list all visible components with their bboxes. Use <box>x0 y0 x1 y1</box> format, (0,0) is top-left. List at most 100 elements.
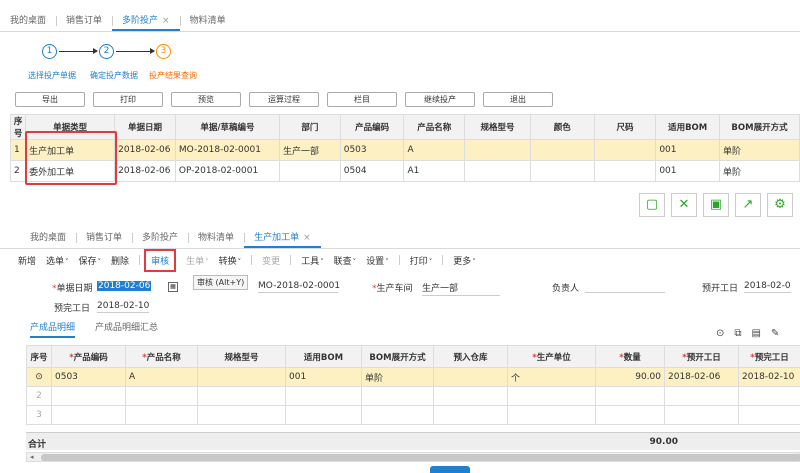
export-share-icon[interactable]: ↗ <box>735 193 761 217</box>
generate-button[interactable]: 生单˅ <box>186 254 209 267</box>
empty-cell[interactable] <box>125 386 198 406</box>
new-button[interactable]: 新增 <box>18 254 36 267</box>
product-code-cell[interactable]: 0503 <box>51 367 126 387</box>
empty-cell[interactable] <box>125 405 198 425</box>
warehouse-cell[interactable] <box>433 367 508 387</box>
spec-cell[interactable] <box>197 367 286 387</box>
table-row[interactable]: 1 生产加工单 2018-02-06 MO-2018-02-0001 生产一部 … <box>9 139 800 161</box>
more-button[interactable]: 更多˅ <box>453 254 476 267</box>
step-3-label[interactable]: 投产结果查询 <box>149 70 197 81</box>
empty-cell[interactable] <box>507 405 596 425</box>
row-edit-icon[interactable]: ⊙ <box>26 367 52 387</box>
column-header: 适用BOM <box>285 345 362 368</box>
empty-cell[interactable] <box>595 405 665 425</box>
change-button[interactable]: 变更 <box>262 254 280 267</box>
end-date-cell[interactable]: 2018-02-10 <box>738 367 800 387</box>
empty-cell[interactable] <box>197 405 286 425</box>
bom-expand-cell: 单阶 <box>719 139 800 161</box>
settings-button[interactable]: 设置˅ <box>366 254 389 267</box>
start-date-cell[interactable]: 2018-02-06 <box>664 367 739 387</box>
step-2-label[interactable]: 确定投产数据 <box>90 70 149 81</box>
print-menu-button[interactable]: 打印˅ <box>410 254 433 267</box>
bom-cell[interactable]: 001 <box>285 367 362 387</box>
empty-cell[interactable] <box>285 405 362 425</box>
calc-process-button[interactable]: 运算过程 <box>249 92 319 107</box>
location-icon[interactable]: ⊙ <box>716 328 724 339</box>
empty-cell[interactable] <box>285 386 362 406</box>
tools-button[interactable]: 工具˅ <box>301 254 324 267</box>
tab-sales-order[interactable]: 销售订单 <box>76 228 132 248</box>
tab-production-order[interactable]: 生产加工单 × <box>244 228 321 248</box>
tab-bom[interactable]: 物料清单 <box>188 228 244 248</box>
quantity-cell[interactable]: 90.00 <box>595 367 665 387</box>
close-icon[interactable]: × <box>162 16 170 26</box>
empty-cell[interactable] <box>433 405 508 425</box>
empty-cell[interactable] <box>197 386 286 406</box>
empty-cell[interactable] <box>51 386 126 406</box>
delete-button[interactable]: 删除 <box>111 254 129 267</box>
bom-cell: 001 <box>655 160 721 182</box>
form-row-2: 预完工日 2018-02-10 <box>0 301 800 317</box>
column-header: *产品编码 <box>51 345 126 368</box>
tab-product-detail[interactable]: 产成品明细 <box>30 320 76 338</box>
doc-number-input[interactable]: MO-2018-02-0001 <box>258 281 340 293</box>
export-button[interactable]: 导出 <box>15 92 85 107</box>
empty-cell[interactable] <box>664 386 739 406</box>
empty-cell[interactable] <box>507 386 596 406</box>
unit-cell[interactable]: 个 <box>507 367 596 387</box>
print-button[interactable]: 打印 <box>93 92 163 107</box>
empty-cell[interactable] <box>738 386 800 406</box>
tab-desktop[interactable]: 我的桌面 <box>0 11 56 31</box>
tab-multi-level-production[interactable]: 多阶投产 <box>132 228 188 248</box>
empty-cell[interactable] <box>595 386 665 406</box>
panel-toggle-handle[interactable] <box>430 466 470 473</box>
end-date-input[interactable]: 2018-02-10 <box>97 301 150 313</box>
step-1-label[interactable]: 选择投产单据 <box>28 70 90 81</box>
preview-button[interactable]: 预览 <box>171 92 241 107</box>
tab-desktop[interactable]: 我的桌面 <box>20 228 76 248</box>
save-button[interactable]: 保存˅ <box>79 254 102 267</box>
paste-icon[interactable]: ▤ <box>752 328 761 339</box>
column-header-text: 预开工日 <box>686 352 721 363</box>
table-row[interactable]: 3 <box>26 405 800 425</box>
production-result-table: 序号 单据类型 单据日期 单据/草稿编号 部门 产品编码 产品名称 规格型号 颜… <box>9 114 800 182</box>
tab-sales-order[interactable]: 销售订单 <box>56 11 112 31</box>
tab-bom[interactable]: 物料清单 <box>179 11 236 31</box>
owner-input[interactable] <box>585 281 665 293</box>
calendar-icon[interactable]: ▦ <box>168 282 178 292</box>
audit-button[interactable]: 审核 <box>144 248 177 272</box>
table-row[interactable]: 2 委外加工单 2018-02-06 OP-2018-02-0001 0504 … <box>9 160 800 182</box>
empty-cell[interactable] <box>51 405 126 425</box>
expand-icon[interactable]: ✕ <box>671 193 697 217</box>
edit-icon[interactable]: ✎ <box>771 328 779 339</box>
product-name-cell[interactable]: A <box>125 367 198 387</box>
tab-multi-level-production[interactable]: 多阶投产 × <box>112 11 180 31</box>
scroll-left-icon[interactable]: ◂ <box>30 453 34 461</box>
empty-cell[interactable] <box>361 405 434 425</box>
doc-date-input[interactable]: 2018-02-06 <box>97 281 152 291</box>
chevron-down-icon: ˅ <box>320 257 324 266</box>
empty-cell[interactable] <box>433 386 508 406</box>
empty-cell[interactable] <box>738 405 800 425</box>
save-layout-icon[interactable]: ▣ <box>703 193 729 217</box>
horizontal-scrollbar[interactable]: ◂ <box>26 452 800 462</box>
table-row[interactable]: 2 <box>26 386 800 406</box>
close-icon[interactable]: × <box>303 233 311 243</box>
columns-button[interactable]: 栏目 <box>327 92 397 107</box>
fit-window-icon[interactable]: ▢ <box>639 193 665 217</box>
workshop-input[interactable]: 生产一部 <box>422 281 500 296</box>
scrollbar-thumb[interactable] <box>41 454 800 461</box>
empty-cell[interactable] <box>361 386 434 406</box>
convert-button[interactable]: 转换˅ <box>219 254 242 267</box>
gear-icon[interactable]: ⚙ <box>767 193 793 217</box>
table-row[interactable]: ⊙ 0503 A 001 单阶 个 90.00 2018-02-06 2018-… <box>26 367 800 387</box>
bom-expand-cell[interactable]: 单阶 <box>361 367 434 387</box>
copy-icon[interactable]: ⧉ <box>734 328 741 339</box>
exit-button[interactable]: 退出 <box>483 92 553 107</box>
continue-production-button[interactable]: 继续投产 <box>405 92 475 107</box>
pick-button[interactable]: 选单˅ <box>46 254 69 267</box>
start-date-input[interactable]: 2018-02-0 <box>744 281 791 293</box>
empty-cell[interactable] <box>664 405 739 425</box>
query-button[interactable]: 联查˅ <box>334 254 357 267</box>
tab-product-summary[interactable]: 产成品明细汇总 <box>95 320 158 338</box>
